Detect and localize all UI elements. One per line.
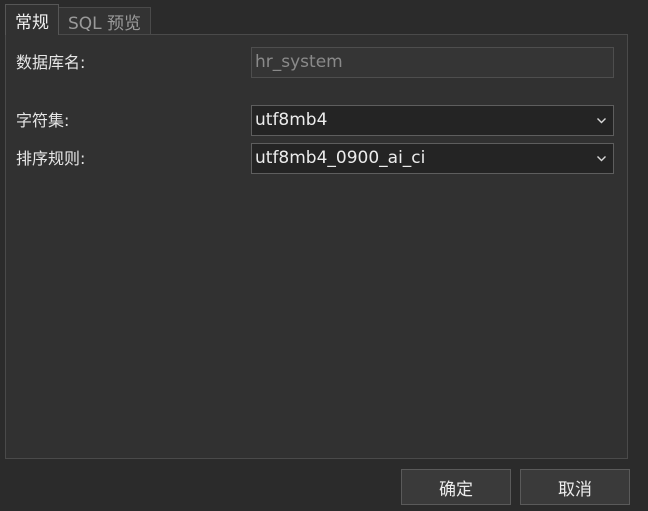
cancel-button[interactable]: 取消 xyxy=(520,469,630,505)
db-name-row: 数据库名: hr_system xyxy=(6,47,627,78)
charset-value: utf8mb4 xyxy=(255,110,328,130)
chevron-down-icon xyxy=(597,118,606,124)
chevron-down-icon xyxy=(597,156,606,162)
collation-label: 排序规则: xyxy=(16,149,86,168)
new-database-dialog: 常规 SQL 预览 数据库名: hr_system 字符集: utf8mb4 排… xyxy=(0,0,648,511)
general-panel: 数据库名: hr_system 字符集: utf8mb4 排序规则: utf8m… xyxy=(5,34,628,459)
tab-bar: 常规 SQL 预览 xyxy=(5,4,152,35)
collation-select[interactable]: utf8mb4_0900_ai_ci xyxy=(251,143,614,174)
charset-label: 字符集: xyxy=(16,111,70,130)
db-name-value: hr_system xyxy=(255,52,343,72)
db-name-field: hr_system xyxy=(251,47,614,78)
tab-sql-preview[interactable]: SQL 预览 xyxy=(58,7,152,35)
charset-select[interactable]: utf8mb4 xyxy=(251,105,614,136)
db-name-label: 数据库名: xyxy=(16,53,86,72)
tab-general[interactable]: 常规 xyxy=(5,4,59,35)
collation-row: 排序规则: utf8mb4_0900_ai_ci xyxy=(6,143,627,174)
collation-value: utf8mb4_0900_ai_ci xyxy=(255,148,426,168)
charset-row: 字符集: utf8mb4 xyxy=(6,105,627,136)
ok-button[interactable]: 确定 xyxy=(401,469,511,505)
